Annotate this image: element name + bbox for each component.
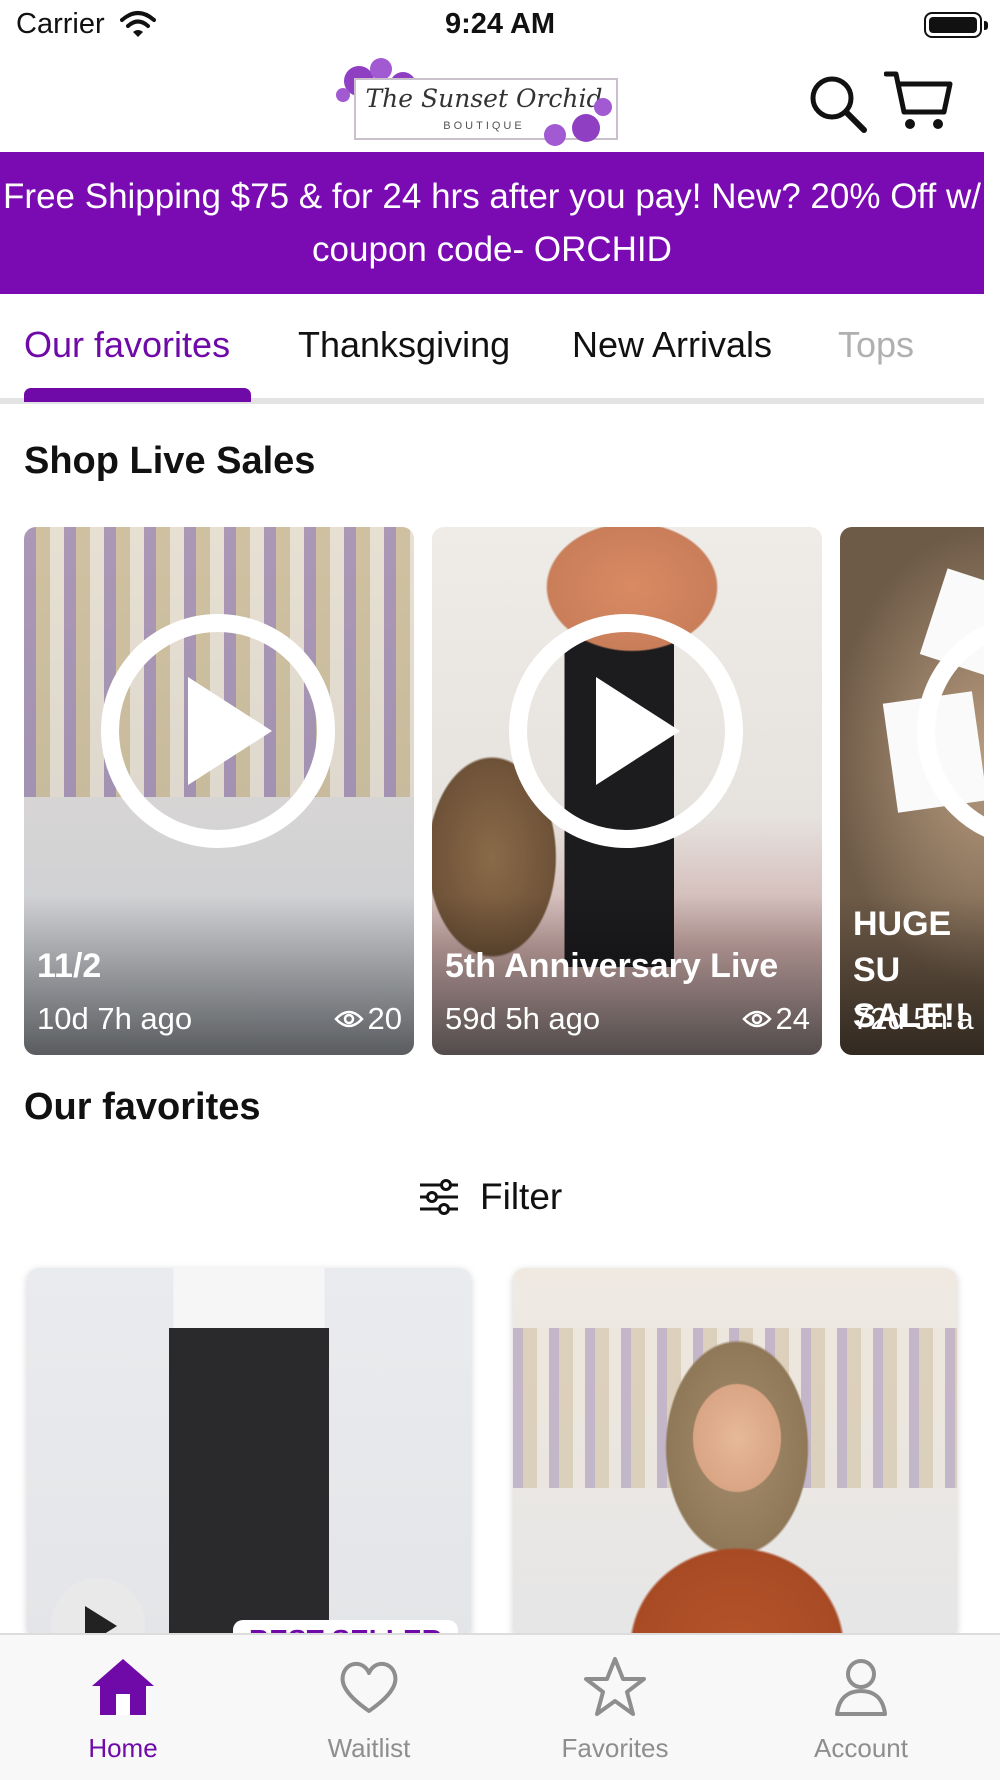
heart-icon [340, 1661, 398, 1713]
view-count-value: 24 [775, 1001, 810, 1036]
nav-home[interactable]: Home [33, 1647, 213, 1764]
live-card[interactable]: 5th Anniversary Live 59d 5h ago 24 [432, 527, 822, 1055]
play-icon[interactable] [916, 613, 984, 849]
favorites-title: Our favorites [24, 1086, 261, 1128]
live-age: 10d 7h ago [37, 1001, 193, 1036]
nav-account-label: Account [814, 1733, 908, 1763]
play-icon[interactable] [508, 613, 744, 849]
category-tabs: Our favorites Thanksgiving New Arrivals … [0, 294, 984, 410]
status-time: 9:24 AM [444, 8, 556, 40]
person-icon [835, 1659, 887, 1716]
live-sales-carousel[interactable]: 11/2 10d 7h ago 20 5th Anniversary Live … [0, 527, 984, 1057]
filter-icon [420, 1179, 458, 1215]
view-count: 20 [333, 1001, 402, 1037]
nav-waitlist[interactable]: Waitlist [279, 1647, 459, 1764]
filter-label: Filter [480, 1176, 563, 1217]
nav-account[interactable]: Account [771, 1647, 951, 1764]
live-card[interactable]: HUGE SU SALE!! 72d 5h a [840, 527, 984, 1055]
nav-favorites[interactable]: Favorites [525, 1647, 705, 1764]
logo-title: The Sunset Orchid [365, 84, 603, 113]
battery-icon [924, 12, 988, 38]
live-age: 72d 5h a [853, 1001, 974, 1036]
filter-button[interactable]: Filter [0, 1176, 984, 1226]
bottom-tab-bar: Home Waitlist Favorites Account [0, 1633, 1000, 1780]
live-sales-title: Shop Live Sales [24, 440, 316, 482]
home-icon [92, 1659, 154, 1715]
promo-text: Free Shipping $75 & for 24 hrs after you… [3, 177, 981, 269]
nav-home-label: Home [88, 1733, 158, 1763]
live-title: 11/2 [37, 947, 102, 985]
view-count: 24 [741, 1001, 810, 1037]
app-header: The Sunset Orchid BOUTIQUE [0, 52, 1000, 152]
view-count-value: 20 [367, 1001, 402, 1036]
tab-new-arrivals[interactable]: New Arrivals [572, 324, 772, 366]
status-bar: Carrier 9:24 AM [0, 0, 1000, 52]
tab-tops[interactable]: Tops [838, 324, 914, 366]
live-age: 59d 5h ago [445, 1001, 601, 1036]
nav-waitlist-label: Waitlist [327, 1733, 411, 1763]
product-image [513, 1268, 957, 1640]
tab-our-favorites[interactable]: Our favorites [24, 324, 230, 366]
store-logo[interactable]: The Sunset Orchid BOUTIQUE [332, 58, 632, 150]
cart-icon[interactable] [884, 68, 954, 134]
promo-banner[interactable]: Free Shipping $75 & for 24 hrs after you… [0, 152, 984, 294]
eye-icon [741, 1010, 772, 1028]
live-card[interactable]: 11/2 10d 7h ago 20 [24, 527, 414, 1055]
play-icon[interactable] [100, 613, 336, 849]
product-card[interactable]: BEST SELLER [27, 1268, 471, 1640]
tab-thanksgiving[interactable]: Thanksgiving [298, 324, 510, 366]
eye-icon [333, 1010, 364, 1028]
star-icon [584, 1657, 646, 1716]
product-card[interactable] [513, 1268, 957, 1640]
search-icon[interactable] [806, 72, 870, 136]
live-title: 5th Anniversary Live [445, 947, 779, 985]
nav-favorites-label: Favorites [561, 1733, 669, 1763]
tab-active-indicator [24, 388, 251, 402]
